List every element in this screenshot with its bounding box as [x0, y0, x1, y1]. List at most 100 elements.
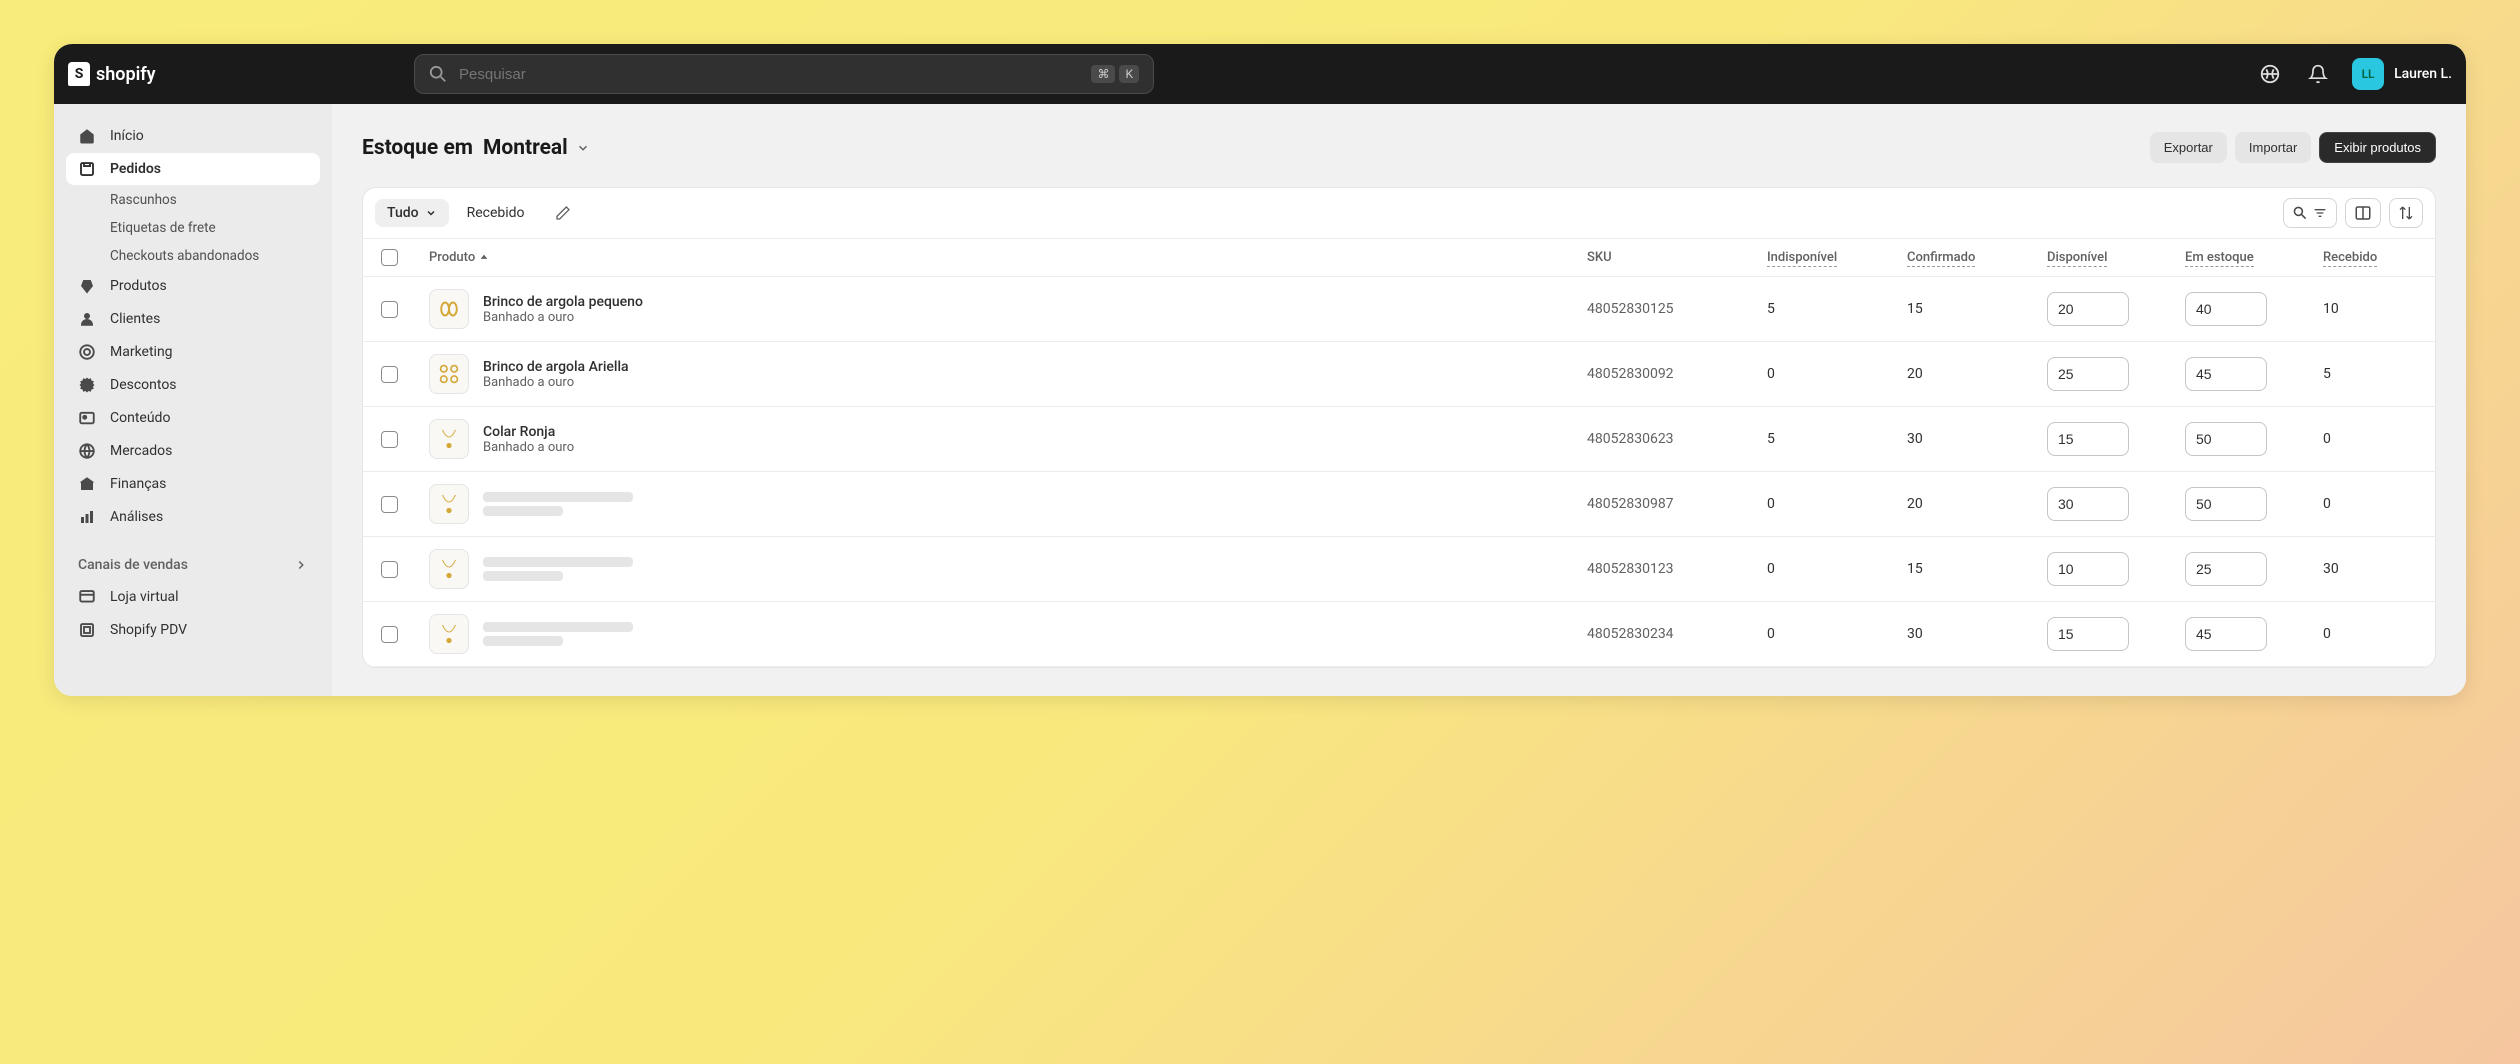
- available-input[interactable]: [2047, 422, 2129, 456]
- onhand-input[interactable]: [2185, 487, 2267, 521]
- sidebar-item-products[interactable]: Produtos: [66, 270, 320, 302]
- sidebar-item-markets[interactable]: Mercados: [66, 435, 320, 467]
- col-header-unavailable[interactable]: Indisponível: [1767, 250, 1907, 265]
- col-header-available[interactable]: Disponível: [2047, 250, 2185, 265]
- row-checkbox[interactable]: [381, 626, 398, 643]
- table-row: Colar RonjaBanhado a ouro480528306235300: [363, 407, 2435, 472]
- search-container: ⌘ K: [414, 54, 1154, 94]
- table-header: Produto SKU Indisponível Confirmado Disp…: [363, 238, 2435, 277]
- sidebar-channel-onlinestore[interactable]: Loja virtual: [66, 581, 320, 613]
- onhand-input[interactable]: [2185, 422, 2267, 456]
- chevron-right-icon[interactable]: [294, 558, 308, 572]
- product-thumb[interactable]: [429, 289, 469, 329]
- sidebar-item-label: Finanças: [110, 476, 166, 492]
- sidebar-item-label: Clientes: [110, 311, 160, 327]
- edit-tabs-button[interactable]: [543, 199, 583, 227]
- pos-icon: [78, 621, 96, 639]
- available-input[interactable]: [2047, 617, 2129, 651]
- sidebar-item-label: Início: [110, 128, 144, 144]
- sidebar-item-label: Mercados: [110, 443, 172, 459]
- received-cell: 0: [2323, 626, 2417, 642]
- available-input[interactable]: [2047, 552, 2129, 586]
- customers-icon: [78, 310, 96, 328]
- sidebar-item-home[interactable]: Início: [66, 120, 320, 152]
- orders-icon: [78, 160, 96, 178]
- product-variant: Banhado a ouro: [483, 310, 643, 325]
- sidebar-item-analytics[interactable]: Análises: [66, 501, 320, 533]
- columns-button[interactable]: [2345, 198, 2381, 228]
- location-selector[interactable]: Montreal: [483, 136, 590, 160]
- view-products-button[interactable]: Exibir produtos: [2319, 132, 2436, 163]
- sidebar-channel-pos[interactable]: Shopify PDV: [66, 614, 320, 646]
- product-name[interactable]: Colar Ronja: [483, 424, 574, 440]
- body-area: Início Pedidos Rascunhos Etiquetas de fr…: [54, 104, 2466, 696]
- product-thumb[interactable]: [429, 614, 469, 654]
- sort-icon: [2398, 205, 2414, 221]
- sidebar-sub-abandoned[interactable]: Checkouts abandonados: [66, 242, 320, 270]
- markets-icon: [78, 442, 96, 460]
- onhand-input[interactable]: [2185, 357, 2267, 391]
- inventory-card: Tudo Recebido: [362, 187, 2436, 668]
- sidebar-item-content[interactable]: Conteúdo: [66, 402, 320, 434]
- col-header-received[interactable]: Recebido: [2323, 250, 2417, 265]
- committed-cell: 30: [1907, 431, 2047, 447]
- topbar-right: LL Lauren L.: [2256, 58, 2452, 90]
- product-variant: Banhado a ouro: [483, 440, 574, 455]
- onhand-input[interactable]: [2185, 292, 2267, 326]
- tab-received[interactable]: Recebido: [455, 199, 537, 227]
- sidebar-item-discounts[interactable]: Descontos: [66, 369, 320, 401]
- select-all-checkbox[interactable]: [381, 249, 398, 266]
- product-name[interactable]: Brinco de argola Ariella: [483, 359, 629, 375]
- sidebar-item-marketing[interactable]: Marketing: [66, 336, 320, 368]
- col-header-sku[interactable]: SKU: [1587, 250, 1767, 265]
- product-name[interactable]: Brinco de argola pequeno: [483, 294, 643, 310]
- tab-all[interactable]: Tudo: [375, 199, 449, 227]
- table-body: Brinco de argola pequenoBanhado a ouro48…: [363, 277, 2435, 667]
- user-menu[interactable]: LL Lauren L.: [2352, 58, 2452, 90]
- sidebar-item-orders[interactable]: Pedidos: [66, 153, 320, 185]
- sidebar-sub-labels[interactable]: Etiquetas de frete: [66, 214, 320, 242]
- theme-icon[interactable]: [2256, 60, 2284, 88]
- available-input[interactable]: [2047, 487, 2129, 521]
- sidebar-sub-drafts[interactable]: Rascunhos: [66, 186, 320, 214]
- committed-cell: 20: [1907, 366, 2047, 382]
- row-checkbox[interactable]: [381, 496, 398, 513]
- shopify-bag-icon: S: [68, 62, 90, 86]
- col-header-product[interactable]: Produto: [429, 250, 1587, 265]
- export-button[interactable]: Exportar: [2150, 132, 2227, 163]
- import-button[interactable]: Importar: [2235, 132, 2311, 163]
- brand-logo[interactable]: S shopify: [68, 62, 344, 86]
- sku-cell: 48052830092: [1587, 366, 1767, 382]
- available-input[interactable]: [2047, 357, 2129, 391]
- product-thumb[interactable]: [429, 419, 469, 459]
- row-checkbox[interactable]: [381, 431, 398, 448]
- search-icon: [2292, 205, 2308, 221]
- col-header-committed[interactable]: Confirmado: [1907, 250, 2047, 265]
- col-header-onhand[interactable]: Em estoque: [2185, 250, 2323, 265]
- search-bar[interactable]: ⌘ K: [414, 54, 1154, 94]
- product-thumb[interactable]: [429, 549, 469, 589]
- sku-cell: 48052830123: [1587, 561, 1767, 577]
- unavailable-cell: 0: [1767, 496, 1907, 512]
- row-checkbox[interactable]: [381, 366, 398, 383]
- sku-cell: 48052830234: [1587, 626, 1767, 642]
- sidebar-item-label: Pedidos: [110, 161, 161, 177]
- product-thumb[interactable]: [429, 354, 469, 394]
- sidebar-item-label: Produtos: [110, 278, 167, 294]
- available-input[interactable]: [2047, 292, 2129, 326]
- notifications-icon[interactable]: [2304, 60, 2332, 88]
- onhand-input[interactable]: [2185, 552, 2267, 586]
- search-input[interactable]: [459, 66, 1079, 83]
- sort-button[interactable]: [2389, 198, 2423, 228]
- product-thumb[interactable]: [429, 484, 469, 524]
- sidebar-item-customers[interactable]: Clientes: [66, 303, 320, 335]
- row-checkbox[interactable]: [381, 301, 398, 318]
- search-filter-button[interactable]: [2283, 198, 2337, 228]
- received-cell: 10: [2323, 301, 2417, 317]
- onhand-input[interactable]: [2185, 617, 2267, 651]
- row-checkbox[interactable]: [381, 561, 398, 578]
- sku-cell: 48052830623: [1587, 431, 1767, 447]
- topbar: S shopify ⌘ K LL Lauren L.: [54, 44, 2466, 104]
- sidebar-item-finances[interactable]: Finanças: [66, 468, 320, 500]
- page-title-group: Estoque em Montreal: [362, 136, 590, 160]
